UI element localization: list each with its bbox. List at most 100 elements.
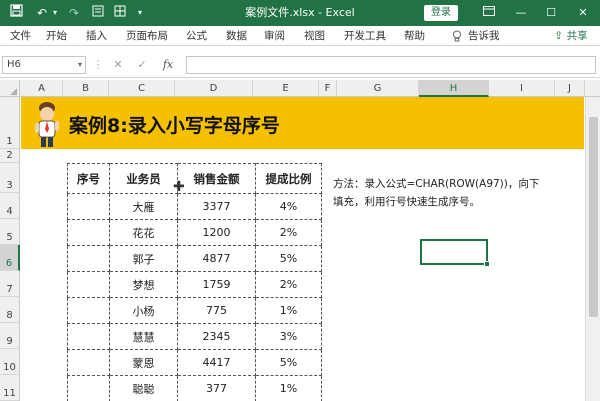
formula-input[interactable] xyxy=(186,56,596,74)
table-cell[interactable]: 2% xyxy=(255,271,322,298)
insert-function-icon[interactable]: fx xyxy=(160,56,176,74)
name-box[interactable]: H6 ▾ xyxy=(2,56,86,74)
row-header-1[interactable]: 1 xyxy=(0,97,20,149)
login-button[interactable]: 登录 xyxy=(424,5,458,21)
method-note[interactable]: 方法：录入公式=CHAR(ROW(A97))，向下 填充，利用行号快速生成序号。 xyxy=(333,175,573,211)
scrollbar-thumb[interactable] xyxy=(589,117,598,317)
column-header-h[interactable]: H xyxy=(419,80,489,97)
chevron-down-icon[interactable]: ▾ xyxy=(78,57,82,73)
row-header-2[interactable]: 2 xyxy=(0,149,20,163)
select-all-corner[interactable] xyxy=(0,80,20,97)
column-header-f[interactable]: F xyxy=(319,80,337,97)
table-row: 梦想 1759 2% xyxy=(67,271,322,298)
vertical-scrollbar[interactable] xyxy=(585,97,600,401)
tab-page-layout[interactable]: 页面布局 xyxy=(126,26,168,46)
active-cell-h6[interactable] xyxy=(420,239,490,267)
tab-review[interactable]: 审阅 xyxy=(264,26,285,46)
tab-developer[interactable]: 开发工具 xyxy=(344,26,386,46)
column-header-g[interactable]: G xyxy=(337,80,419,97)
cancel-icon[interactable]: ✕ xyxy=(110,56,126,74)
table-cell[interactable] xyxy=(67,349,110,376)
tab-help[interactable]: 帮助 xyxy=(404,26,425,46)
confirm-icon[interactable]: ✓ xyxy=(134,56,150,74)
table-cell[interactable]: 蒙恩 xyxy=(109,349,178,376)
table-cell[interactable] xyxy=(67,271,110,298)
tell-me-search[interactable]: 告诉我 xyxy=(468,26,500,46)
column-header-j[interactable]: J xyxy=(555,80,585,97)
table-cell[interactable]: 4877 xyxy=(177,245,256,272)
table-cell[interactable]: 大雁 xyxy=(109,193,178,220)
share-button[interactable]: ⇪ 共享 xyxy=(548,28,594,44)
window-title: 案例文件.xlsx - Excel xyxy=(245,6,355,19)
tab-file[interactable]: 文件 xyxy=(10,26,31,46)
table-cell[interactable]: 2345 xyxy=(177,323,256,350)
table-cell[interactable] xyxy=(67,245,110,272)
column-header-i[interactable]: I xyxy=(489,80,555,97)
row-header-3[interactable]: 3 xyxy=(0,163,20,193)
column-header-c[interactable]: C xyxy=(109,80,175,97)
tab-data[interactable]: 数据 xyxy=(226,26,247,46)
fill-handle[interactable] xyxy=(484,261,490,267)
column-header-e[interactable]: E xyxy=(253,80,319,97)
table-cell[interactable]: 3% xyxy=(255,323,322,350)
ribbon-display-icon[interactable] xyxy=(476,0,502,26)
form-icon[interactable] xyxy=(90,4,106,22)
more-options-icon[interactable]: ⋮ xyxy=(90,56,106,74)
column-header-d[interactable]: D xyxy=(175,80,253,97)
table-cell[interactable] xyxy=(67,375,110,401)
tab-insert[interactable]: 插入 xyxy=(86,26,107,46)
row-header-10[interactable]: 10 xyxy=(0,349,20,375)
row-header-8[interactable]: 8 xyxy=(0,297,20,323)
table-cell[interactable]: 花花 xyxy=(109,219,178,246)
row-header-9[interactable]: 9 xyxy=(0,323,20,349)
table-cell[interactable]: 1200 xyxy=(177,219,256,246)
table-cell[interactable]: 775 xyxy=(177,297,256,324)
table-cell[interactable]: 梦想 xyxy=(109,271,178,298)
table-cell[interactable]: 1% xyxy=(255,375,322,401)
close-button[interactable]: ✕ xyxy=(570,0,596,26)
table-header-row: 序号 业务员 销售金额 提成比例 xyxy=(67,163,322,194)
table-cell[interactable]: 5% xyxy=(255,349,322,376)
worksheet-grid[interactable]: 案例8:录入小写字母序号 序号 业务员 销售金额 提成比例 大雁 3377 4% 花花… xyxy=(21,97,600,401)
table-cell[interactable]: 慧慧 xyxy=(109,323,178,350)
table-cell[interactable]: 4% xyxy=(255,193,322,220)
minimize-button[interactable]: — xyxy=(508,0,534,26)
row-header-11[interactable]: 11 xyxy=(0,375,20,401)
table-cell[interactable]: 1% xyxy=(255,297,322,324)
column-header-a[interactable]: A xyxy=(21,80,63,97)
undo-icon[interactable]: ↶ xyxy=(34,4,50,22)
table-cell[interactable]: 小杨 xyxy=(109,297,178,324)
table-cell[interactable] xyxy=(67,219,110,246)
customize-toolbar-icon[interactable]: ▾ xyxy=(134,4,146,22)
redo-icon[interactable]: ↷ xyxy=(66,4,82,22)
table-header[interactable]: 业务员 xyxy=(109,163,178,194)
table-cell[interactable]: 5% xyxy=(255,245,322,272)
table-header[interactable]: 提成比例 xyxy=(255,163,322,194)
table-cell[interactable] xyxy=(67,297,110,324)
table-header[interactable]: 序号 xyxy=(67,163,110,194)
row-header-7[interactable]: 7 xyxy=(0,271,20,297)
table-row: 蒙恩 4417 5% xyxy=(67,349,322,376)
table-cell[interactable]: 郭子 xyxy=(109,245,178,272)
restore-button[interactable]: ☐ xyxy=(538,0,564,26)
save-icon[interactable] xyxy=(8,4,24,22)
banner-title: 案例8:录入小写字母序号 xyxy=(69,115,280,137)
row-header-6[interactable]: 6 xyxy=(0,245,20,271)
table-cell[interactable]: 3377 xyxy=(177,193,256,220)
table-cell[interactable]: 2% xyxy=(255,219,322,246)
table-cell[interactable]: 聪聪 xyxy=(109,375,178,401)
tab-view[interactable]: 视图 xyxy=(304,26,325,46)
table-cell[interactable]: 1759 xyxy=(177,271,256,298)
table-header[interactable]: 销售金额 xyxy=(177,163,256,194)
row-header-4[interactable]: 4 xyxy=(0,193,20,219)
row-header-5[interactable]: 5 xyxy=(0,219,20,245)
column-header-b[interactable]: B xyxy=(63,80,109,97)
grid-icon[interactable] xyxy=(112,4,128,22)
table-cell[interactable]: 4417 xyxy=(177,349,256,376)
tab-home[interactable]: 开始 xyxy=(46,26,67,46)
undo-dropdown-icon[interactable]: ▾ xyxy=(50,4,60,22)
tab-formulas[interactable]: 公式 xyxy=(186,26,207,46)
table-cell[interactable] xyxy=(67,193,110,220)
table-cell[interactable] xyxy=(67,323,110,350)
table-cell[interactable]: 377 xyxy=(177,375,256,401)
